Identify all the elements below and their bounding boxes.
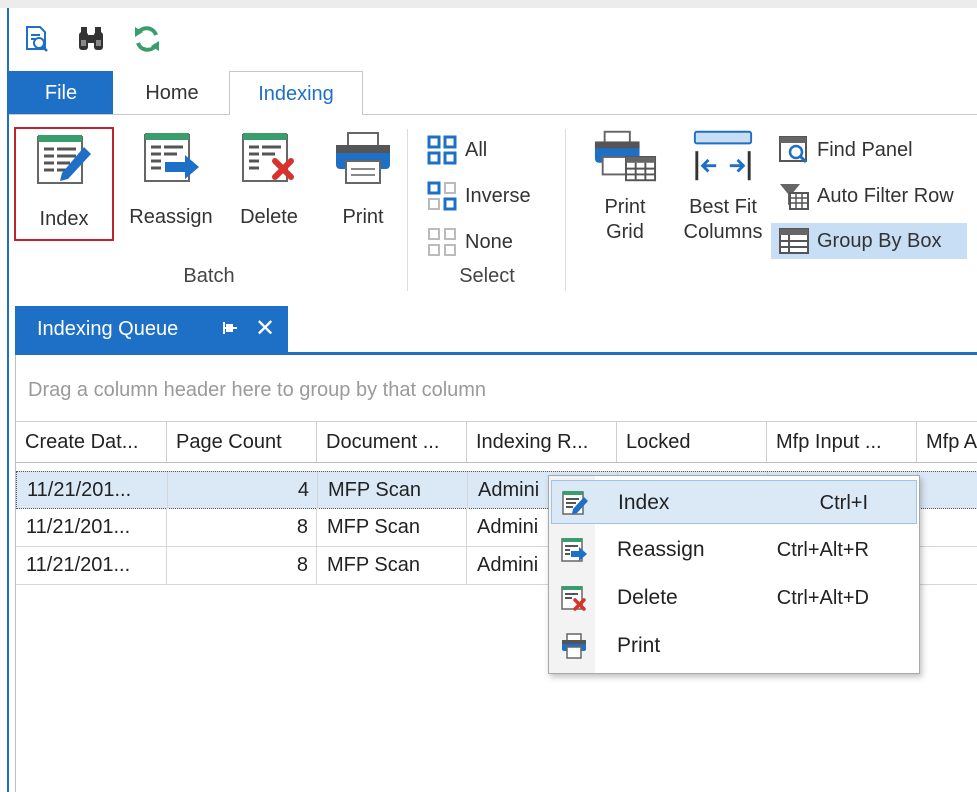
delete-button[interactable]: Delete bbox=[221, 127, 317, 241]
select-inverse-label: Inverse bbox=[465, 184, 531, 207]
best-fit-columns-label: Best Fit Columns bbox=[683, 196, 763, 243]
find-panel-icon bbox=[777, 134, 811, 166]
reassign-icon bbox=[560, 536, 588, 564]
binoculars-icon[interactable] bbox=[75, 22, 107, 56]
column-header-page-count[interactable]: Page Count bbox=[167, 422, 317, 462]
delete-button-label: Delete bbox=[240, 206, 298, 228]
context-menu: Index Ctrl+I Reassign Ctrl+Alt+R Delete … bbox=[548, 475, 920, 674]
quick-access-toolbar bbox=[9, 8, 977, 72]
context-menu-index-shortcut: Ctrl+I bbox=[819, 492, 868, 514]
column-header-document[interactable]: Document ... bbox=[317, 422, 467, 462]
close-icon[interactable]: ✕ bbox=[253, 315, 277, 342]
select-all-label: All bbox=[465, 138, 488, 161]
column-header-mfp-a[interactable]: Mfp A bbox=[917, 422, 977, 462]
context-menu-item-print[interactable]: Print bbox=[551, 624, 917, 668]
column-header-create-date[interactable]: Create Dat... bbox=[16, 422, 167, 462]
index-button-label: Index bbox=[39, 208, 89, 230]
document-tab-strip: Indexing Queue ✕ bbox=[9, 300, 977, 355]
auto-filter-row-label: Auto Filter Row bbox=[817, 184, 954, 207]
group-by-box-label: Group By Box bbox=[817, 229, 942, 252]
print-icon bbox=[331, 127, 395, 189]
context-menu-reassign-shortcut: Ctrl+Alt+R bbox=[776, 539, 869, 561]
batch-group-label: Batch bbox=[183, 265, 235, 287]
delete-icon bbox=[560, 584, 588, 612]
print-grid-icon bbox=[593, 127, 657, 185]
context-menu-index-label: Index bbox=[618, 491, 670, 514]
cell-create-date: 11/21/201... bbox=[17, 472, 168, 509]
print-button-label: Print bbox=[342, 206, 384, 228]
select-inverse-icon bbox=[425, 180, 459, 212]
cell-document: MFP Scan bbox=[317, 547, 467, 584]
print-grid-button[interactable]: Print Grid bbox=[577, 127, 673, 243]
app-window: File Home Indexing Index Reassign Delete… bbox=[9, 8, 977, 792]
cell-page-count: 4 bbox=[168, 472, 318, 509]
auto-filter-row-button[interactable]: Auto Filter Row bbox=[771, 178, 977, 214]
find-panel-label: Find Panel bbox=[817, 138, 913, 161]
print-icon bbox=[560, 632, 588, 660]
group-by-panel[interactable]: Drag a column header here to group by th… bbox=[16, 355, 977, 422]
select-group-label: Select bbox=[459, 265, 515, 287]
select-all-button[interactable]: All bbox=[419, 132, 559, 168]
tab-indexing-queue[interactable]: Indexing Queue ✕ bbox=[15, 306, 288, 352]
window-frame-top bbox=[0, 0, 977, 8]
context-menu-delete-shortcut: Ctrl+Alt+D bbox=[776, 587, 869, 609]
cell-page-count: 8 bbox=[167, 509, 317, 546]
indexing-queue-tab-title: Indexing Queue bbox=[37, 317, 179, 340]
group-separator bbox=[407, 129, 408, 291]
print-button[interactable]: Print bbox=[317, 127, 409, 241]
delete-icon bbox=[237, 127, 301, 189]
cell-create-date: 11/21/201... bbox=[16, 547, 167, 584]
preview-document-icon[interactable] bbox=[21, 22, 53, 56]
tab-indexing[interactable]: Indexing bbox=[229, 71, 363, 116]
context-menu-item-index[interactable]: Index Ctrl+I bbox=[551, 480, 917, 524]
ribbon-panel: Index Reassign Delete Print Batch All In… bbox=[9, 115, 977, 301]
tab-file[interactable]: File bbox=[9, 71, 113, 115]
find-panel-button[interactable]: Find Panel bbox=[771, 132, 977, 168]
reassign-button[interactable]: Reassign bbox=[119, 127, 223, 241]
cell-page-count: 8 bbox=[167, 547, 317, 584]
print-grid-label: Print Grid bbox=[604, 196, 646, 243]
context-menu-delete-label: Delete bbox=[617, 586, 678, 609]
reassign-button-label: Reassign bbox=[129, 206, 213, 228]
index-icon bbox=[561, 489, 589, 517]
ribbon-tabs: File Home Indexing bbox=[9, 71, 977, 116]
select-none-label: None bbox=[465, 230, 513, 253]
refresh-icon[interactable] bbox=[131, 22, 163, 56]
group-by-box-icon bbox=[777, 225, 811, 257]
index-button[interactable]: Index bbox=[14, 127, 114, 241]
group-by-box-button[interactable]: Group By Box bbox=[771, 223, 967, 259]
group-separator bbox=[565, 129, 566, 291]
index-icon bbox=[32, 129, 96, 191]
select-none-icon bbox=[425, 226, 459, 258]
context-menu-item-reassign[interactable]: Reassign Ctrl+Alt+R bbox=[551, 528, 917, 572]
column-header-indexing[interactable]: Indexing R... bbox=[467, 422, 617, 462]
auto-filter-icon bbox=[777, 180, 811, 212]
tab-home[interactable]: Home bbox=[113, 71, 231, 115]
best-fit-columns-button[interactable]: Best Fit Columns bbox=[673, 127, 773, 243]
context-menu-reassign-label: Reassign bbox=[617, 538, 705, 561]
select-none-button[interactable]: None bbox=[419, 224, 559, 260]
cell-document: MFP Scan bbox=[317, 509, 467, 546]
cell-create-date: 11/21/201... bbox=[16, 509, 167, 546]
pin-icon[interactable] bbox=[219, 316, 241, 340]
column-header-locked[interactable]: Locked bbox=[617, 422, 767, 462]
context-menu-print-label: Print bbox=[617, 634, 661, 657]
group-by-hint: Drag a column header here to group by th… bbox=[28, 379, 487, 401]
context-menu-item-delete[interactable]: Delete Ctrl+Alt+D bbox=[551, 576, 917, 620]
reassign-icon bbox=[139, 127, 203, 189]
column-header-mfp-input[interactable]: Mfp Input ... bbox=[767, 422, 917, 462]
grid-header-row: Create Dat... Page Count Document ... In… bbox=[16, 422, 977, 463]
select-all-icon bbox=[425, 134, 459, 166]
cell-document: MFP Scan bbox=[318, 472, 468, 509]
select-inverse-button[interactable]: Inverse bbox=[419, 178, 559, 214]
best-fit-columns-icon bbox=[691, 127, 755, 185]
